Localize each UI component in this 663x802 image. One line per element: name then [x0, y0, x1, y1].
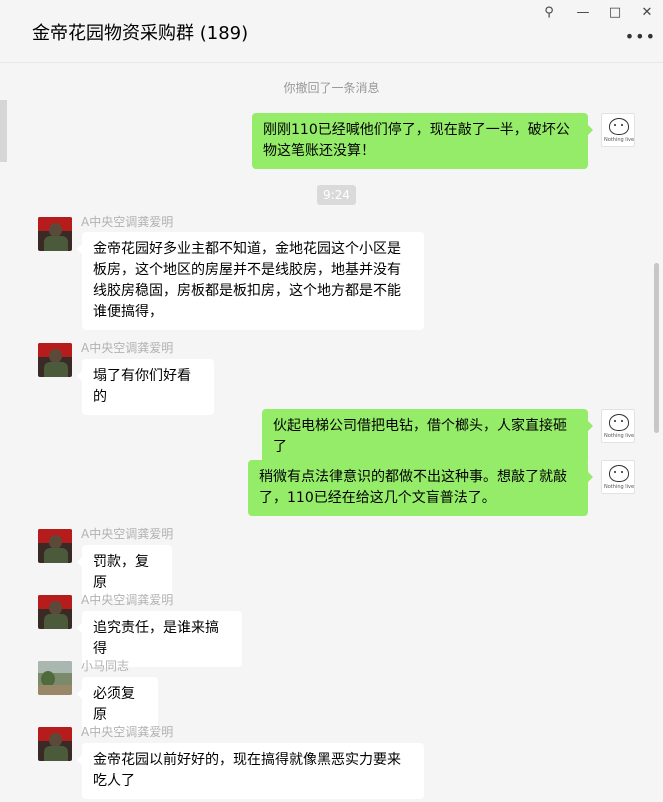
sender-avatar[interactable] — [38, 727, 72, 761]
minimize-button[interactable]: — — [572, 3, 594, 23]
close-button[interactable]: ✕ — [636, 3, 658, 23]
message-bubble-outgoing[interactable]: 稍微有点法律意识的都做不出这种事。想敲了就敲了，110已经在给这几个文盲普法了。 — [248, 460, 593, 516]
time-divider: 9:24 — [317, 185, 356, 205]
sender-avatar[interactable] — [38, 217, 72, 251]
title-bar: 金帝花园物资采购群 (189) ⚲ — □ ✕ ••• — [0, 0, 663, 63]
sidebar-edge — [0, 100, 7, 162]
smiley-face-icon — [609, 118, 629, 135]
sender-name: A中央空调龚爱明 — [81, 341, 174, 355]
chat-scrollbar[interactable] — [654, 263, 659, 433]
self-avatar[interactable]: Nothing lives — [601, 460, 635, 494]
message-bubble-incoming[interactable]: 金帝花园好多业主都不知道，金地花园这个小区是板房，这个地区的房屋并不是线胶房，地… — [77, 232, 424, 330]
pin-icon[interactable]: ⚲ — [538, 3, 560, 23]
avatar-caption: Nothing lives — [604, 137, 635, 143]
self-avatar[interactable]: Nothing lives — [601, 113, 635, 147]
more-options-icon[interactable]: ••• — [625, 27, 656, 46]
maximize-button[interactable]: □ — [604, 3, 626, 23]
avatar-caption: Nothing lives — [604, 484, 635, 490]
message-bubble-outgoing[interactable]: 伙起电梯公司借把电钻，借个榔头，人家直接砸了 — [262, 409, 593, 465]
message-bubble-incoming[interactable]: 金帝花园以前好好的，现在搞得就像黑恶实力要来吃人了 — [77, 743, 424, 799]
message-bubble-outgoing[interactable]: 刚刚110已经喊他们停了，现在敲了一半，破坏公物这笔账还没算！ — [252, 113, 593, 169]
smiley-face-icon — [609, 465, 629, 482]
sender-name: A中央空调龚爱明 — [81, 593, 174, 607]
chat-title: 金帝花园物资采购群 (189) — [32, 23, 249, 44]
message-bubble-incoming[interactable]: 塌了有你们好看的 — [77, 359, 214, 415]
sender-name: A中央空调龚爱明 — [81, 725, 174, 739]
avatar-caption: Nothing lives — [604, 433, 635, 439]
self-avatar[interactable]: Nothing lives — [601, 409, 635, 443]
sender-avatar[interactable] — [38, 343, 72, 377]
sender-avatar[interactable] — [38, 529, 72, 563]
recall-notice: 你撤回了一条消息 — [283, 81, 380, 95]
sender-avatar[interactable] — [38, 661, 72, 695]
smiley-face-icon — [609, 414, 629, 431]
sender-name: 小马同志 — [81, 659, 130, 673]
sender-avatar[interactable] — [38, 595, 72, 629]
sender-name: A中央空调龚爱明 — [81, 215, 174, 229]
sender-name: A中央空调龚爱明 — [81, 527, 174, 541]
